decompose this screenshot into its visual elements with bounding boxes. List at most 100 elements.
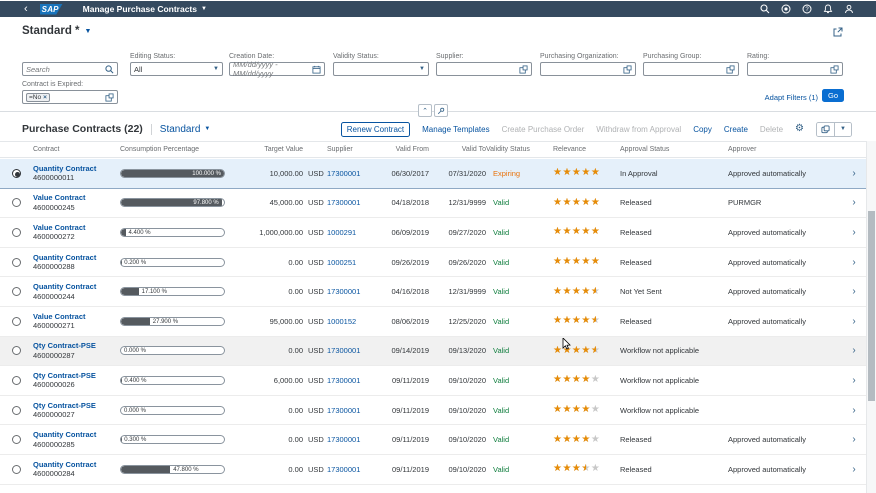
search-icon[interactable] (105, 65, 114, 74)
col-contract[interactable]: Contract (33, 146, 120, 153)
row-nav-chevron-icon[interactable]: › (842, 227, 866, 238)
col-relevance[interactable]: Relevance (553, 146, 620, 153)
withdraw-from-approval-button[interactable]: Withdraw from Approval (596, 125, 681, 134)
supplier-link[interactable]: 1000152 (327, 317, 356, 326)
row-radio-button[interactable] (12, 465, 21, 474)
row-radio-button[interactable] (12, 346, 21, 355)
row-nav-chevron-icon[interactable]: › (842, 375, 866, 386)
row-nav-chevron-icon[interactable]: › (842, 434, 866, 445)
supplier-link[interactable]: 1000291 (327, 228, 356, 237)
view-switch-chevron-icon[interactable]: ▼ (834, 123, 851, 136)
profile-icon[interactable] (844, 4, 854, 14)
help-icon[interactable]: ? (802, 4, 812, 14)
row-nav-chevron-icon[interactable]: › (842, 405, 866, 416)
manage-templates-button[interactable]: Manage Templates (422, 125, 489, 134)
search-input[interactable]: Search (22, 62, 118, 76)
supplier-link[interactable]: 17300001 (327, 198, 360, 207)
copy-button[interactable]: Copy (693, 125, 712, 134)
table-row[interactable]: Qty Contract-PSE46000002870.000 %0.00USD… (0, 337, 866, 367)
create-purchase-order-button[interactable]: Create Purchase Order (502, 125, 585, 134)
contract-type-link[interactable]: Qty Contract-PSE (33, 401, 120, 411)
share-icon[interactable] (832, 25, 844, 43)
row-nav-chevron-icon[interactable]: › (842, 257, 866, 268)
col-valid-to[interactable]: Valid To (429, 146, 486, 153)
back-button[interactable]: ‹ (24, 1, 28, 17)
table-row[interactable]: Value Contract460000024597.800 %45,000.0… (0, 189, 866, 219)
table-row[interactable]: Value Contract460000027127.900 %95,000.0… (0, 307, 866, 337)
supplier-link[interactable]: 17300001 (327, 287, 360, 296)
table-row[interactable]: Quantity Contract46000002850.300 %0.00US… (0, 425, 866, 455)
col-target-value[interactable]: Target Value (235, 146, 303, 153)
adapt-filters-link[interactable]: Adapt Filters (1) (765, 93, 818, 102)
supplier-link[interactable]: 17300001 (327, 406, 360, 415)
row-radio-button[interactable] (12, 376, 21, 385)
contract-type-link[interactable]: Quantity Contract (33, 282, 120, 292)
table-row[interactable]: Quantity Contract460000028447.800 %0.00U… (0, 455, 866, 485)
table-row[interactable]: Quantity Contract4600000011100.000 %10,0… (0, 159, 866, 189)
value-help-icon[interactable] (830, 65, 839, 74)
supplier-link[interactable]: 17300001 (327, 376, 360, 385)
calendar-icon[interactable] (312, 65, 321, 74)
go-button[interactable]: Go (822, 89, 844, 102)
row-radio-button[interactable] (12, 287, 21, 296)
row-radio-button[interactable] (12, 228, 21, 237)
table-row[interactable]: Quantity Contract46000002880.200 %0.00US… (0, 248, 866, 278)
row-nav-chevron-icon[interactable]: › (842, 197, 866, 208)
vertical-scrollbar[interactable] (866, 141, 876, 493)
token-remove-icon[interactable]: × (43, 94, 47, 101)
table-view-icon[interactable] (817, 123, 834, 136)
contract-expired-input[interactable]: =No× (22, 90, 118, 104)
contract-type-link[interactable]: Value Contract (33, 312, 120, 322)
row-nav-chevron-icon[interactable]: › (842, 168, 866, 179)
supplier-link[interactable]: 1000251 (327, 258, 356, 267)
row-radio-button[interactable] (12, 258, 21, 267)
validity-status-select[interactable]: ▼ (333, 62, 429, 76)
row-radio-button[interactable] (12, 317, 21, 326)
col-validity-status[interactable]: Validity Status (486, 146, 553, 153)
row-radio-button[interactable] (12, 435, 21, 444)
sap-logo[interactable]: SAP (40, 4, 63, 15)
supplier-link[interactable]: 17300001 (327, 169, 360, 178)
variant-selector[interactable]: Standard * ▼ (22, 25, 91, 37)
contract-type-link[interactable]: Quantity Contract (33, 430, 120, 440)
table-row[interactable]: Qty Contract-PSE46000000260.400 %6,000.0… (0, 366, 866, 396)
table-row[interactable]: Quantity Contract460000024417.100 %0.00U… (0, 277, 866, 307)
row-radio-button[interactable] (12, 198, 21, 207)
value-help-icon[interactable] (623, 65, 632, 74)
editing-status-select[interactable]: All ▼ (130, 62, 223, 76)
row-nav-chevron-icon[interactable]: › (842, 345, 866, 356)
table-variant-selector[interactable]: Standard ▼ (160, 124, 211, 135)
row-nav-chevron-icon[interactable]: › (842, 316, 866, 327)
purchasing-organization-input[interactable] (540, 62, 636, 76)
value-help-icon[interactable] (726, 65, 735, 74)
contract-type-link[interactable]: Value Contract (33, 223, 120, 233)
col-approval-status[interactable]: Approval Status (620, 146, 728, 153)
row-radio-button[interactable] (12, 169, 21, 178)
col-supplier[interactable]: Supplier (327, 146, 369, 153)
purchasing-group-input[interactable] (643, 62, 739, 76)
pin-filter-bar-icon[interactable] (434, 104, 448, 117)
value-help-icon[interactable] (105, 93, 114, 102)
copilot-icon[interactable] (781, 4, 791, 14)
col-valid-from[interactable]: Valid From (369, 146, 429, 153)
contract-type-link[interactable]: Quantity Contract (33, 460, 120, 470)
renew-contract-button[interactable]: Renew Contract (341, 122, 410, 137)
notifications-icon[interactable] (823, 4, 833, 14)
table-row[interactable]: Value Contract46000002724.400 %1,000,000… (0, 218, 866, 248)
contract-type-link[interactable]: Value Contract (33, 193, 120, 203)
col-consumption[interactable]: Consumption Percentage (120, 146, 235, 153)
contract-type-link[interactable]: Quantity Contract (33, 164, 120, 174)
delete-button[interactable]: Delete (760, 125, 783, 134)
row-radio-button[interactable] (12, 406, 21, 415)
collapse-filter-bar-icon[interactable]: ⌃ (418, 104, 432, 117)
table-row[interactable]: Qty Contract-PSE46000000270.000 %0.00USD… (0, 396, 866, 426)
rating-input[interactable] (747, 62, 843, 76)
row-nav-chevron-icon[interactable]: › (842, 464, 866, 475)
supplier-input[interactable] (436, 62, 532, 76)
creation-date-input[interactable]: MM/dd/yyyy - MM/dd/yyyy (229, 62, 325, 76)
supplier-link[interactable]: 17300001 (327, 435, 360, 444)
table-settings-gear-icon[interactable]: ⚙ (795, 124, 804, 134)
supplier-link[interactable]: 17300001 (327, 465, 360, 474)
contract-type-link[interactable]: Qty Contract-PSE (33, 371, 120, 381)
app-title[interactable]: Manage Purchase Contracts (83, 4, 197, 14)
